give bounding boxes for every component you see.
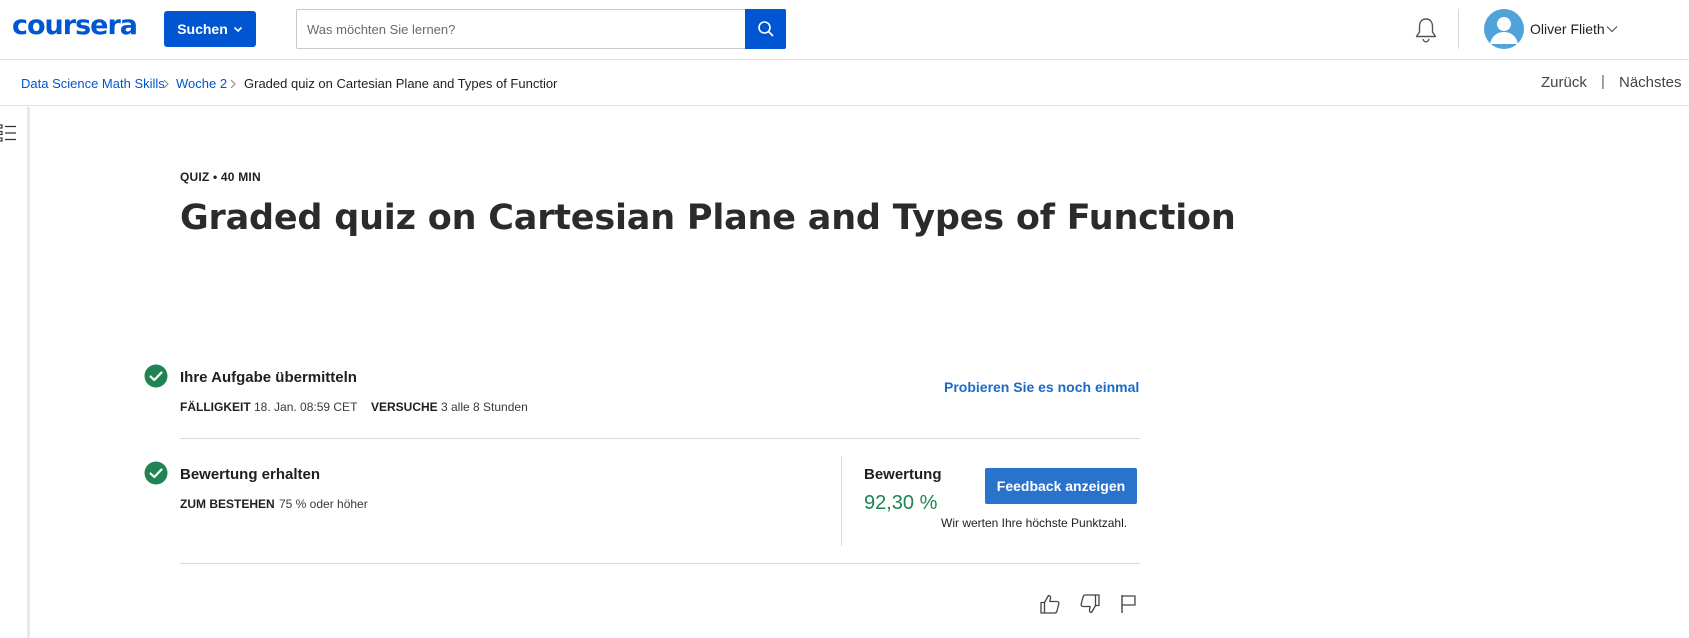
section-divider <box>180 563 1140 564</box>
submit-step-title: Ihre Aufgabe übermitteln <box>180 369 357 386</box>
top-header: coursera Suchen Oliver Flieth <box>0 0 1689 60</box>
bell-icon[interactable] <box>1413 16 1439 44</box>
grade-label: Bewertung <box>864 466 942 483</box>
thumbs-up-icon[interactable] <box>1038 592 1062 616</box>
grade-step-title: Bewertung erhalten <box>180 466 321 483</box>
toc-icon[interactable] <box>0 123 18 143</box>
search-bar <box>296 9 786 49</box>
due-value: 18. Jan. 08:59 CET <box>254 400 358 414</box>
flag-icon[interactable] <box>1117 592 1141 616</box>
pass-label: ZUM BESTEHEN <box>180 497 275 511</box>
back-link[interactable]: Zurück <box>1541 74 1587 91</box>
chevron-down-icon[interactable] <box>1606 25 1618 33</box>
breadcrumb-course[interactable]: Data Science Math Skills <box>21 76 165 91</box>
search-button[interactable] <box>745 9 786 49</box>
attempts-value: 3 alle 8 Stunden <box>441 400 528 414</box>
explore-button[interactable]: Suchen <box>164 11 256 47</box>
header-divider <box>1458 9 1459 49</box>
nav-separator: | <box>1601 73 1605 90</box>
attempts-label: VERSUCHE <box>371 400 438 414</box>
breadcrumb-week[interactable]: Woche 2 <box>176 76 227 91</box>
chevron-down-icon <box>233 26 242 33</box>
user-name[interactable]: Oliver Flieth <box>1530 21 1605 37</box>
avatar-icon[interactable] <box>1484 9 1524 49</box>
chevron-right-icon <box>163 79 169 89</box>
page-title: Graded quiz on Cartesian Plane and Types… <box>180 198 1236 238</box>
explore-button-label: Suchen <box>177 21 228 37</box>
feedback-button[interactable]: Feedback anzeigen <box>985 468 1137 504</box>
grade-note: Wir werten Ihre höchste Punktzahl. <box>941 516 1128 530</box>
pass-value: 75 % oder höher <box>279 497 368 511</box>
coursera-logo[interactable]: coursera <box>12 10 138 41</box>
breadcrumb-current: Graded quiz on Cartesian Plane and Types… <box>244 76 558 91</box>
check-circle-icon <box>144 461 168 485</box>
due-label: FÄLLIGKEIT <box>180 400 251 414</box>
section-divider <box>180 438 1140 439</box>
thumbs-down-icon[interactable] <box>1078 592 1102 616</box>
search-input[interactable] <box>297 10 746 48</box>
grade-divider <box>841 456 842 546</box>
course-nav-strip <box>0 107 30 638</box>
chevron-right-icon <box>230 79 236 89</box>
grade-value: 92,30 % <box>864 492 938 514</box>
retry-link[interactable]: Probieren Sie es noch einmal <box>944 379 1139 395</box>
check-circle-icon <box>144 364 168 388</box>
search-icon <box>757 21 774 37</box>
quiz-meta: QUIZ • 40 MIN <box>180 170 261 184</box>
next-link[interactable]: Nächstes <box>1619 74 1682 91</box>
breadcrumb: Data Science Math Skills Woche 2 Graded … <box>0 61 1689 106</box>
